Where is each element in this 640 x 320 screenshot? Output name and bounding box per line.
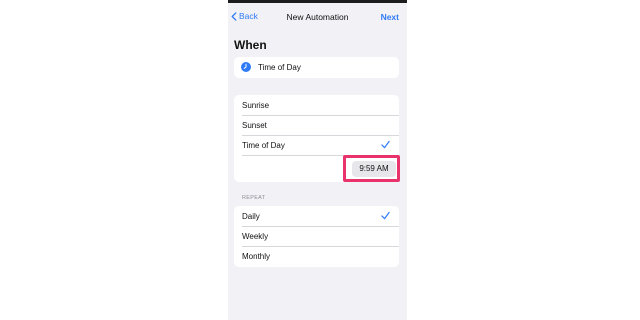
repeat-label: Monthly: [242, 252, 271, 261]
repeat-section-header: REPEAT: [242, 195, 266, 201]
highlight-annotation: [343, 155, 400, 182]
navigation-bar: Back New Automation Next: [228, 10, 407, 26]
repeat-label: Daily: [242, 212, 260, 221]
trigger-label: Time of Day: [258, 63, 301, 72]
option-label: Time of Day: [242, 141, 285, 150]
option-sunset[interactable]: Sunset: [234, 115, 399, 135]
clock-icon: [241, 62, 251, 72]
checkmark-icon: [381, 211, 390, 220]
repeat-daily[interactable]: Daily: [234, 206, 399, 226]
option-sunrise[interactable]: Sunrise: [234, 95, 399, 115]
option-label: Sunset: [242, 121, 267, 130]
repeat-label: Weekly: [242, 232, 269, 241]
section-title: When: [234, 38, 267, 52]
repeat-monthly[interactable]: Monthly: [234, 246, 399, 266]
checkmark-icon: [381, 140, 390, 149]
option-label: Sunrise: [242, 101, 270, 110]
repeat-weekly[interactable]: Weekly: [234, 226, 399, 246]
repeat-options-list: Daily Weekly Monthly: [234, 206, 399, 267]
trigger-summary[interactable]: Time of Day: [234, 57, 399, 78]
option-time-of-day[interactable]: Time of Day: [234, 135, 399, 155]
status-bar: [228, 0, 407, 3]
next-button[interactable]: Next: [381, 12, 399, 22]
